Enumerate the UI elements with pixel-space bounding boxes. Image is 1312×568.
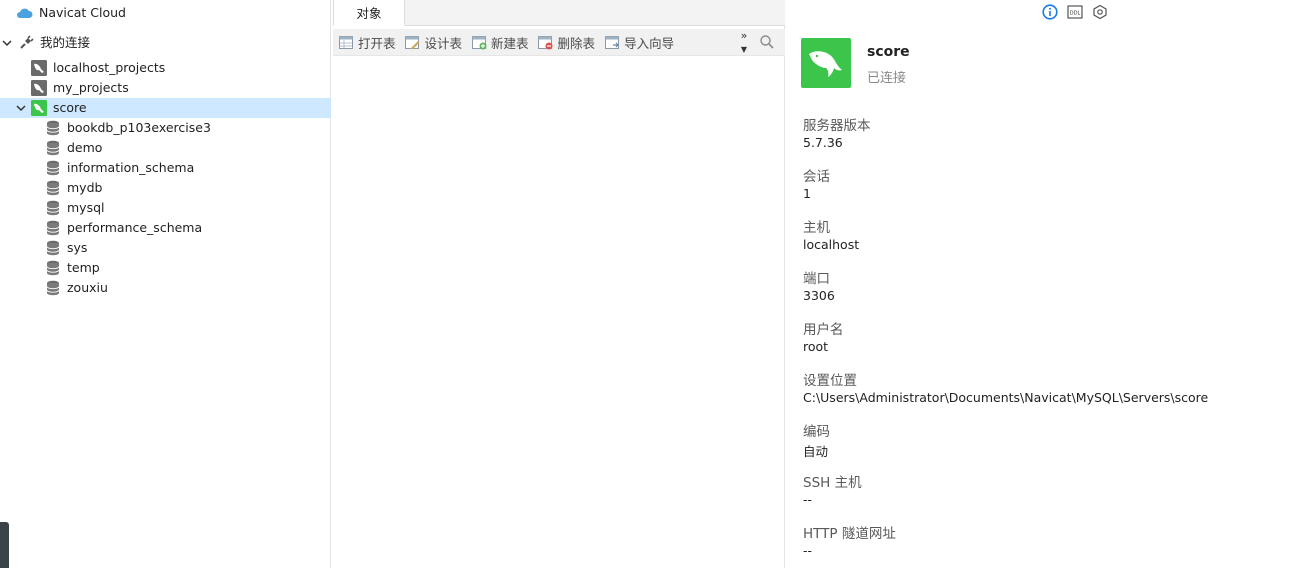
property-value: 自动 — [803, 444, 829, 459]
objects-toolbar: 打开表 设计表 新建表 删除表 导入向导 — [333, 29, 785, 56]
open-table-icon — [338, 34, 354, 50]
design-table-button[interactable]: 设计表 — [400, 31, 467, 53]
tree-item-database[interactable]: mysql — [44, 198, 375, 218]
property-label: 用户名 — [803, 322, 844, 338]
tree-item-label: my_projects — [53, 80, 129, 95]
tree-item-database[interactable]: temp — [44, 258, 375, 278]
new-table-label: 新建表 — [491, 35, 529, 51]
property-value: 1 — [803, 186, 811, 201]
database-icon — [44, 160, 61, 177]
connection-name: score — [867, 44, 910, 60]
tree-item-label: information_schema — [67, 160, 195, 175]
toolbar-overflow-button[interactable]: » ▼ — [737, 28, 751, 54]
mysql-connection-icon — [30, 60, 47, 77]
tree-item-label: localhost_projects — [53, 60, 166, 75]
tree-item-label: performance_schema — [67, 220, 203, 235]
property-value: C:\Users\Administrator\Documents\Navicat… — [803, 390, 1209, 405]
delete-table-label: 删除表 — [557, 35, 596, 51]
search-icon[interactable] — [759, 34, 775, 50]
property-label: SSH 主机 — [803, 475, 862, 491]
tree-item-database[interactable]: demo — [44, 138, 375, 158]
tree-item-label: score — [53, 100, 87, 115]
property-label: 端口 — [803, 271, 830, 287]
tree-item-connection[interactable]: my_projects — [30, 78, 361, 98]
delete-table-icon — [538, 34, 554, 50]
cloud-icon — [16, 5, 33, 22]
property-value: root — [803, 339, 829, 354]
tree-item-label: zouxiu — [67, 280, 108, 295]
tree-item-label: bookdb_p103exercise3 — [67, 120, 211, 135]
property-label: HTTP 隧道网址 — [803, 526, 896, 542]
plug-icon — [17, 35, 34, 52]
mysql-connection-icon — [30, 80, 47, 97]
info-icon[interactable] — [1041, 3, 1058, 20]
mysql-connection-icon — [30, 100, 47, 117]
design-table-label: 设计表 — [424, 35, 463, 51]
import-wizard-label: 导入向导 — [624, 35, 675, 51]
property-label: 会话 — [803, 169, 830, 185]
database-icon — [44, 120, 61, 137]
connection-tree: Navicat Cloud 我的连接 localhost_projects my… — [0, 0, 331, 568]
design-table-icon — [405, 34, 421, 50]
tree-item-label: mydb — [67, 180, 103, 195]
tree-item-database[interactable]: performance_schema — [44, 218, 375, 238]
tree-item-database[interactable]: information_schema — [44, 158, 375, 178]
tree-item-database[interactable]: mydb — [44, 178, 375, 198]
scroll-grip[interactable] — [0, 522, 9, 568]
new-table-button[interactable]: 新建表 — [466, 31, 533, 53]
import-wizard-button[interactable]: 导入向导 — [599, 31, 678, 53]
info-panel-tabs: DDL — [1041, 3, 1108, 20]
new-table-icon — [471, 34, 487, 50]
open-table-label: 打开表 — [358, 35, 396, 51]
open-table-button[interactable]: 打开表 — [333, 31, 400, 53]
property-value: 5.7.36 — [803, 135, 843, 150]
connection-status: 已连接 — [867, 71, 907, 86]
property-value: -- — [803, 543, 813, 558]
tab-label: 对象 — [356, 6, 382, 21]
tree-item-label: Navicat Cloud — [39, 5, 126, 20]
database-icon — [44, 220, 61, 237]
ddl-icon[interactable]: DDL — [1066, 3, 1083, 20]
property-label: 设置位置 — [803, 373, 857, 389]
property-label: 服务器版本 — [803, 118, 871, 134]
database-icon — [44, 280, 61, 297]
database-icon — [44, 200, 61, 217]
mysql-dolphin-logo — [801, 38, 851, 88]
delete-table-button[interactable]: 删除表 — [533, 31, 600, 53]
tree-item-label: temp — [67, 260, 100, 275]
tree-item-label: 我的连接 — [40, 35, 91, 50]
chevron-down-icon[interactable] — [14, 98, 28, 118]
double-chevron-right-icon: » — [740, 29, 748, 42]
chevron-down-icon[interactable] — [0, 33, 14, 53]
property-value: 3306 — [803, 288, 835, 303]
property-value: localhost — [803, 237, 860, 252]
objects-panel: 对象 打开表 设计表 新建表 删除表 导入向导 » ▼ — [333, 0, 785, 568]
tree-item-label: sys — [67, 240, 88, 255]
tree-item-navicat-cloud[interactable]: Navicat Cloud — [16, 3, 347, 23]
tree-item-label: mysql — [67, 200, 105, 215]
property-label: 编码 — [803, 424, 830, 440]
caret-down-icon: ▼ — [740, 45, 748, 54]
tab-bar: 对象 — [333, 0, 785, 26]
property-value: -- — [803, 492, 813, 507]
info-panel: DDL score 已连接 服务器版本 5.7.36 会话 1 主机 localhost 端… — [786, 0, 1312, 568]
tree-item-database[interactable]: bookdb_p103exercise3 — [44, 118, 375, 138]
database-icon — [44, 140, 61, 157]
tree-item-database[interactable]: sys — [44, 238, 375, 258]
hexagon-icon[interactable] — [1091, 3, 1108, 20]
tree-item-connection[interactable]: localhost_projects — [30, 58, 361, 78]
property-label: 主机 — [803, 220, 830, 236]
database-icon — [44, 240, 61, 257]
tree-item-database[interactable]: zouxiu — [44, 278, 375, 298]
tab-objects[interactable]: 对象 — [333, 0, 405, 26]
tree-item-connection-selected[interactable]: score — [0, 98, 331, 118]
navicat-window: Navicat Cloud 我的连接 localhost_projects my… — [0, 0, 1312, 568]
svg-text:DDL: DDL — [1069, 10, 1080, 16]
tree-item-my-connections[interactable]: 我的连接 — [0, 33, 331, 53]
database-icon — [44, 180, 61, 197]
database-icon — [44, 260, 61, 277]
import-wizard-icon — [604, 34, 620, 50]
tree-item-label: demo — [67, 140, 103, 155]
